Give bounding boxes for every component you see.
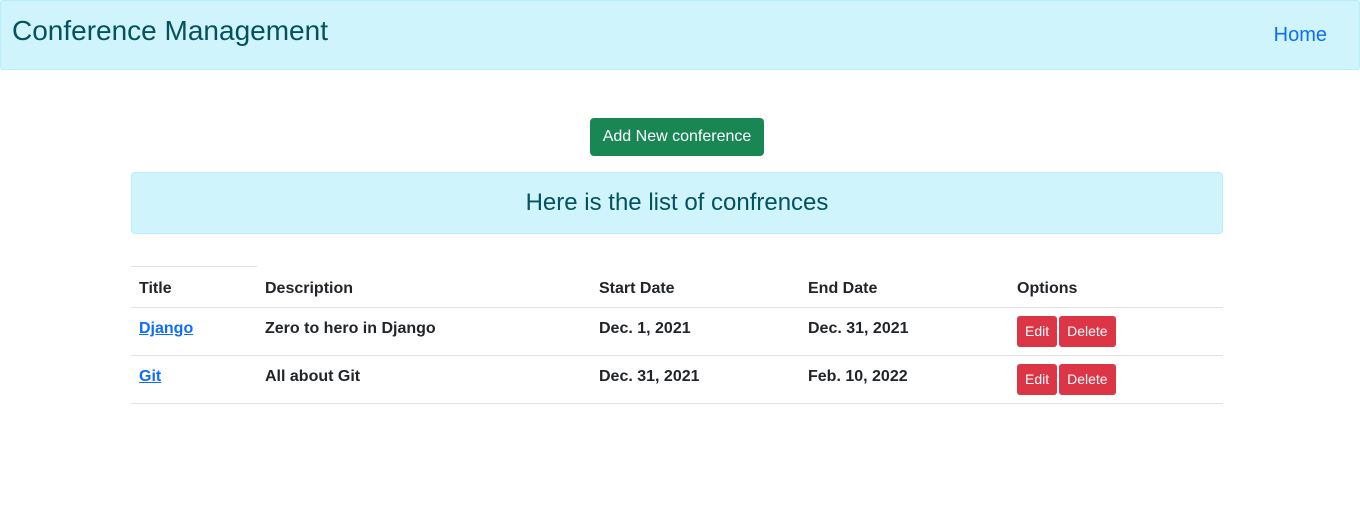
cell-options: Edit Delete bbox=[1009, 355, 1223, 404]
cell-start-date: Dec. 31, 2021 bbox=[591, 355, 800, 404]
delete-button[interactable]: Delete bbox=[1059, 316, 1116, 347]
cell-description: All about Git bbox=[257, 355, 591, 404]
table-row: Git All about Git Dec. 31, 2021 Feb. 10,… bbox=[131, 355, 1223, 404]
edit-button[interactable]: Edit bbox=[1017, 316, 1058, 347]
table-header: Title Description Start Date End Date Op… bbox=[131, 266, 1223, 308]
cell-start-date: Dec. 1, 2021 bbox=[591, 307, 800, 356]
table-body: Django Zero to hero in Django Dec. 1, 20… bbox=[131, 307, 1223, 404]
cell-description: Zero to hero in Django bbox=[257, 307, 591, 356]
nav-home-link[interactable]: Home bbox=[1274, 23, 1327, 47]
header-description: Description bbox=[257, 266, 591, 308]
header-end-date: End Date bbox=[800, 266, 1009, 308]
table-row: Django Zero to hero in Django Dec. 1, 20… bbox=[131, 307, 1223, 356]
cell-end-date: Dec. 31, 2021 bbox=[800, 307, 1009, 356]
header-start-date: Start Date bbox=[591, 266, 800, 308]
brand-title: Conference Management bbox=[12, 15, 328, 46]
list-heading-alert: Here is the list of confrences bbox=[131, 172, 1223, 234]
add-conference-button[interactable]: Add New conference bbox=[590, 118, 764, 156]
cell-title: Django bbox=[131, 307, 257, 356]
delete-button[interactable]: Delete bbox=[1059, 364, 1116, 395]
header-options: Options bbox=[1009, 266, 1223, 308]
cell-options: Edit Delete bbox=[1009, 307, 1223, 356]
cell-end-date: Feb. 10, 2022 bbox=[800, 355, 1009, 404]
table-header-row: Title Description Start Date End Date Op… bbox=[131, 266, 1223, 308]
navbar: Conference Management Home bbox=[0, 0, 1360, 70]
header-title: Title bbox=[131, 266, 257, 308]
cell-title: Git bbox=[131, 355, 257, 404]
conference-title-link[interactable]: Git bbox=[139, 368, 161, 385]
conference-table: Title Description Start Date End Date Op… bbox=[131, 266, 1223, 404]
conference-title-link[interactable]: Django bbox=[139, 320, 193, 337]
edit-button[interactable]: Edit bbox=[1017, 364, 1058, 395]
